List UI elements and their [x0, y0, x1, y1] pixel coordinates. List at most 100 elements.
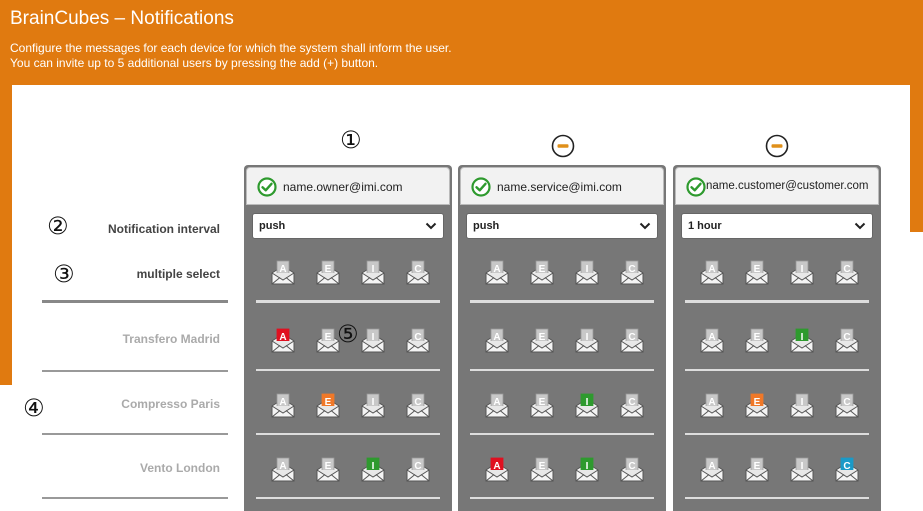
check-circle-icon — [257, 177, 277, 197]
envelope-icon[interactable]: C — [618, 391, 646, 419]
envelope-icon[interactable]: E — [743, 326, 771, 354]
minus-circle-icon[interactable] — [551, 134, 575, 158]
envelope-icon[interactable]: I — [788, 391, 816, 419]
envelope-letter: I — [801, 397, 804, 408]
envelope-letter: C — [843, 461, 850, 472]
page-title: BrainCubes – Notifications — [10, 8, 234, 29]
check-circle-icon — [471, 177, 491, 197]
envelope-letter: A — [279, 461, 286, 472]
column-divider — [256, 300, 440, 303]
page-description: Configure the messages for each device f… — [10, 41, 452, 71]
envelope-letter: E — [325, 264, 332, 275]
envelope-icon[interactable]: I — [788, 258, 816, 286]
minus-circle-icon[interactable] — [765, 134, 789, 158]
envelope-icon[interactable]: E — [528, 258, 556, 286]
envelope-icon[interactable]: A — [483, 258, 511, 286]
column-divider — [470, 369, 654, 371]
chevron-down-icon — [639, 222, 651, 230]
envelope-icon[interactable]: A — [269, 391, 297, 419]
envelope-letter: I — [586, 397, 589, 408]
envelope-letter: C — [414, 397, 421, 408]
envelope-icon[interactable]: A — [483, 391, 511, 419]
envelope-letter: E — [539, 461, 546, 472]
envelope-letter: A — [708, 332, 715, 343]
envelope-icon[interactable]: A — [269, 258, 297, 286]
marker-1: ① — [340, 126, 362, 154]
envelope-icon[interactable]: A — [698, 391, 726, 419]
envelope-icon[interactable]: E — [528, 326, 556, 354]
envelope-icon[interactable]: C — [833, 258, 861, 286]
envelope-letter: E — [539, 397, 546, 408]
envelope-icon[interactable]: C — [404, 326, 432, 354]
envelope-letter: C — [843, 264, 850, 275]
notification-interval-label: Notification interval — [107, 222, 220, 236]
envelope-icon[interactable]: A — [698, 326, 726, 354]
check-circle-icon — [686, 177, 706, 197]
envelope-letter: A — [493, 397, 500, 408]
envelope-icon[interactable]: I — [573, 455, 601, 483]
notification-interval-select[interactable]: 1 hour — [681, 213, 873, 239]
envelope-icon[interactable]: A — [698, 455, 726, 483]
envelope-icon[interactable]: A — [269, 455, 297, 483]
envelope-icon[interactable]: C — [618, 455, 646, 483]
envelope-letter: A — [708, 397, 715, 408]
envelope-icon[interactable]: A — [483, 455, 511, 483]
column-divider — [685, 300, 869, 303]
envelope-icon[interactable]: A — [269, 326, 297, 354]
envelope-icon[interactable]: I — [359, 455, 387, 483]
envelope-icon[interactable]: C — [833, 391, 861, 419]
envelope-letter: A — [279, 264, 286, 275]
envelope-letter: A — [493, 264, 500, 275]
user-email: name.owner@imi.com — [283, 180, 403, 194]
column-divider — [685, 497, 869, 499]
envelope-letter: C — [628, 461, 635, 472]
envelope-icon[interactable]: C — [404, 258, 432, 286]
envelope-letter: A — [279, 397, 286, 408]
envelope-icon[interactable]: I — [573, 326, 601, 354]
envelope-icon[interactable]: I — [359, 326, 387, 354]
notification-interval-select[interactable]: push — [252, 213, 444, 239]
envelope-icon[interactable]: C — [404, 391, 432, 419]
envelope-icon[interactable]: I — [573, 258, 601, 286]
envelope-icon[interactable]: E — [743, 455, 771, 483]
device-label: Vento London — [140, 461, 220, 475]
envelope-icon[interactable]: C — [833, 326, 861, 354]
envelope-icon[interactable]: E — [314, 258, 342, 286]
envelope-letter: I — [801, 264, 804, 275]
envelope-icon[interactable]: E — [314, 391, 342, 419]
envelope-letter: C — [628, 397, 635, 408]
envelope-icon[interactable]: I — [788, 326, 816, 354]
column-divider — [470, 497, 654, 499]
column-divider — [256, 497, 440, 499]
envelope-icon[interactable]: C — [833, 455, 861, 483]
envelope-icon[interactable]: I — [788, 455, 816, 483]
envelope-icon[interactable]: I — [359, 258, 387, 286]
envelope-letter: E — [325, 332, 332, 343]
user-email-box: name.customer@customer.com — [675, 167, 879, 205]
envelope-letter: A — [708, 264, 715, 275]
envelope-letter: C — [843, 332, 850, 343]
envelope-icon[interactable]: A — [483, 326, 511, 354]
envelope-letter: A — [493, 332, 500, 343]
row-divider — [42, 370, 228, 372]
envelope-icon[interactable]: I — [359, 391, 387, 419]
envelope-letter: C — [628, 332, 635, 343]
envelope-letter: I — [586, 461, 589, 472]
envelope-icon[interactable]: A — [698, 258, 726, 286]
envelope-icon[interactable]: C — [404, 455, 432, 483]
envelope-icon[interactable]: E — [528, 455, 556, 483]
column-divider — [256, 369, 440, 371]
envelope-icon[interactable]: C — [618, 258, 646, 286]
envelope-icon[interactable]: E — [743, 391, 771, 419]
envelope-icon[interactable]: C — [618, 326, 646, 354]
envelope-letter: C — [414, 264, 421, 275]
envelope-icon[interactable]: E — [314, 455, 342, 483]
row-divider — [42, 497, 228, 499]
envelope-icon[interactable]: I — [573, 391, 601, 419]
row-divider — [42, 433, 228, 435]
envelope-icon[interactable]: E — [743, 258, 771, 286]
envelope-icon[interactable]: E — [528, 391, 556, 419]
notification-interval-select[interactable]: push — [466, 213, 658, 239]
user-email-box: name.service@imi.com — [460, 167, 664, 205]
envelope-letter: I — [801, 461, 804, 472]
